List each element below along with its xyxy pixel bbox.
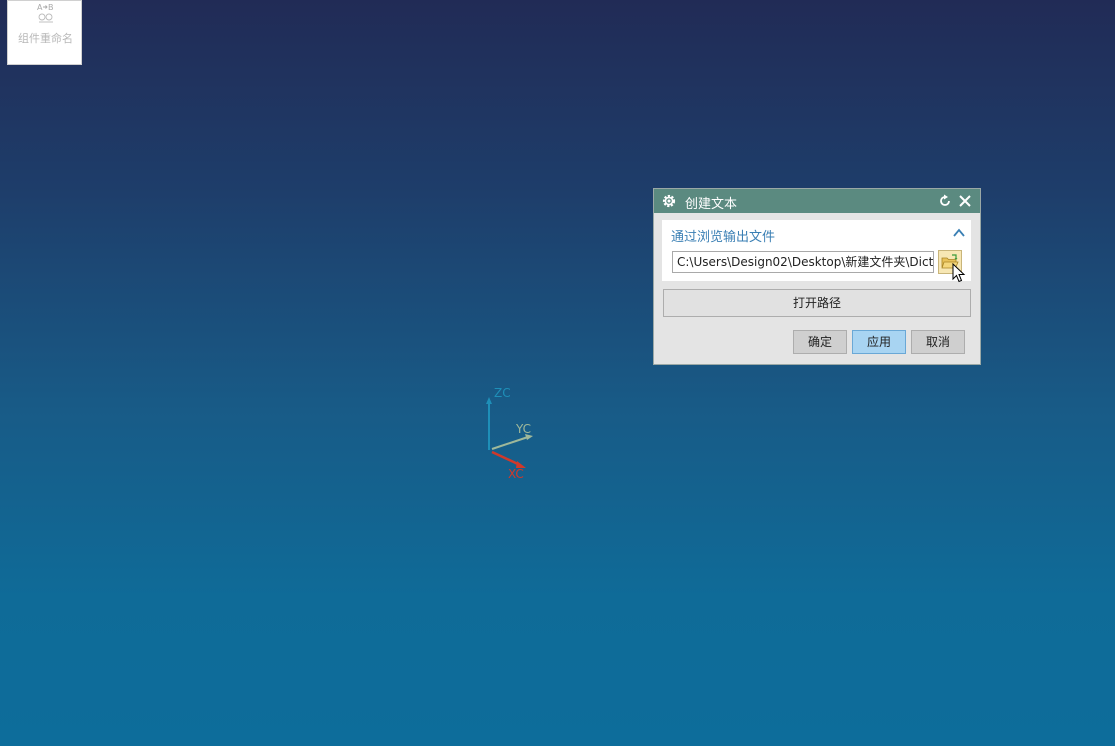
cancel-button[interactable]: 取消: [911, 330, 965, 354]
rename-component-button[interactable]: A B 组件重命名: [7, 0, 82, 65]
close-icon[interactable]: [958, 194, 972, 208]
output-path-input[interactable]: C:\Users\Design02\Desktop\新建文件夹\Dict: [672, 251, 934, 273]
dialog-title-bar[interactable]: 创建文本: [654, 189, 980, 213]
browse-output-group: 通过浏览输出文件 C:\Users\Design02\Desktop\新建文件夹…: [662, 220, 971, 281]
ok-button[interactable]: 确定: [793, 330, 847, 354]
apply-button[interactable]: 应用: [852, 330, 906, 354]
rename-component-icon: A B: [37, 3, 54, 23]
graphics-viewport[interactable]: A B 组件重命名 ZC YC XC 创建文本 通过浏览输出文件 C:\User…: [0, 0, 1115, 746]
dialog-title: 创建文本: [685, 197, 738, 212]
chevron-up-icon[interactable]: [953, 228, 965, 238]
xc-axis: [491, 450, 521, 467]
reset-icon[interactable]: [938, 194, 952, 208]
xc-label: XC: [508, 467, 524, 481]
svg-text:B: B: [48, 3, 54, 12]
yc-axis: [491, 436, 529, 450]
open-path-button[interactable]: 打开路径: [663, 289, 971, 317]
zc-arrowhead: [486, 397, 492, 404]
yc-label: YC: [516, 422, 532, 436]
svg-text:A: A: [37, 3, 43, 12]
group-title[interactable]: 通过浏览输出文件: [671, 226, 775, 245]
rename-component-label: 组件重命名: [18, 32, 73, 45]
coordinate-triad: ZC YC XC: [470, 380, 560, 490]
create-text-dialog: 创建文本 通过浏览输出文件 C:\Users\Design02\Desktop\…: [653, 188, 981, 365]
zc-label: ZC: [494, 386, 511, 400]
gear-icon: [662, 194, 676, 208]
mouse-cursor-icon: [952, 263, 966, 283]
